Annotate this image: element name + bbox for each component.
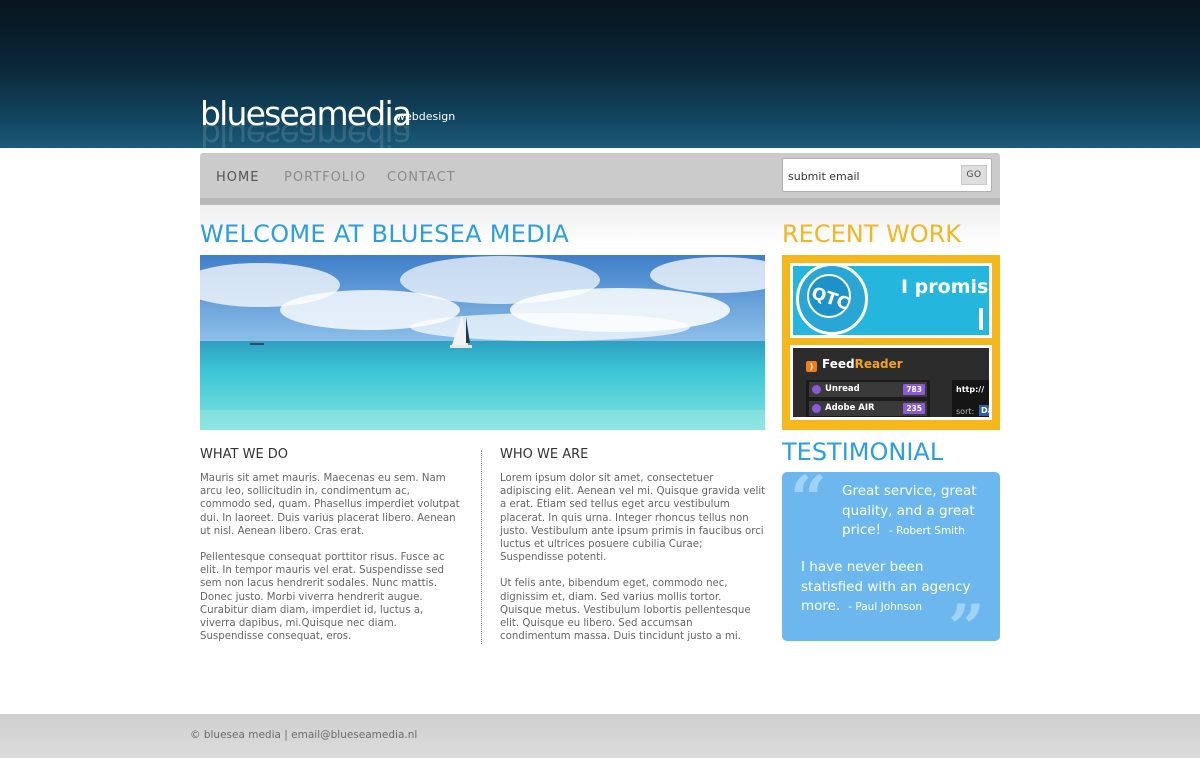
who-we-are-paragraph: Ut felis ante, bibendum eget, commodo ne… bbox=[500, 578, 751, 643]
portfolio-thumb-qtc[interactable]: QTC I promise bbox=[790, 263, 992, 338]
gear-icon bbox=[812, 404, 821, 413]
qtc-headline: I promise bbox=[901, 276, 989, 298]
recent-work-title: RECENT WORK bbox=[782, 220, 962, 248]
site-header bbox=[0, 0, 1200, 148]
what-we-do-title: WHAT WE DO bbox=[200, 447, 289, 462]
feedreader-title: ) FeedReader bbox=[806, 357, 903, 372]
nav-portfolio[interactable]: PORTFOLIO bbox=[284, 170, 366, 185]
portfolio-thumb-feedreader[interactable]: ) FeedReader Unread 783 Adobe AIR 235 htt… bbox=[790, 345, 992, 420]
qtc-preview: QTC I promise bbox=[793, 266, 989, 335]
testimonial-quote: Great service, great quality, and a grea… bbox=[842, 482, 994, 542]
rss-icon: ) bbox=[806, 361, 817, 372]
nav-home[interactable]: HOME bbox=[216, 170, 259, 185]
feedreader-row-count: 783 bbox=[903, 384, 925, 395]
feedreader-row: Unread 783 bbox=[809, 382, 927, 397]
feedreader-sort-label: sort: bbox=[956, 407, 975, 416]
hero-beach-illustration bbox=[200, 255, 765, 430]
feedreader-sort-value: Da bbox=[979, 405, 989, 416]
who-we-are-title: WHO WE ARE bbox=[500, 447, 589, 462]
feedreader-row-label: Adobe AIR bbox=[825, 403, 875, 413]
welcome-title: WELCOME AT BLUESEA MEDIA bbox=[200, 220, 570, 248]
go-button[interactable]: GO bbox=[961, 165, 987, 185]
feedreader-preview: ) FeedReader Unread 783 Adobe AIR 235 htt… bbox=[793, 348, 989, 417]
column-divider bbox=[481, 450, 482, 644]
what-we-do-paragraph: Mauris sit amet mauris. Maecenas eu sem.… bbox=[200, 473, 460, 537]
who-we-are-paragraph: Lorem ipsum dolor sit amet, consectetuer… bbox=[500, 473, 766, 564]
hero-image bbox=[200, 255, 765, 430]
feedreader-side-panel: http:// sort: Da bbox=[952, 380, 989, 417]
nav-contact[interactable]: CONTACT bbox=[387, 170, 456, 185]
feedreader-row-label: Unread bbox=[825, 384, 860, 394]
footer-text: © bluesea media | email@blueseamedia.nl bbox=[190, 729, 418, 741]
what-we-do-paragraph: Pellentesque consequat porttitor risus. … bbox=[200, 552, 445, 643]
quote-author: - Robert Smith bbox=[889, 525, 965, 537]
site-footer bbox=[0, 714, 1200, 758]
feedreader-title-a: Feed bbox=[822, 357, 855, 371]
who-we-are-text: Lorem ipsum dolor sit amet, consectetuer… bbox=[500, 472, 766, 656]
qtc-cursor-bar bbox=[979, 308, 983, 330]
quote-open-icon: “ bbox=[790, 462, 827, 537]
nav-bar-divider bbox=[200, 198, 1000, 205]
gear-icon bbox=[812, 385, 821, 394]
what-we-do-text: Mauris sit amet mauris. Maecenas eu sem.… bbox=[200, 472, 462, 656]
feedreader-row-count: 235 bbox=[903, 403, 925, 414]
feedreader-row: Adobe AIR 235 bbox=[809, 401, 927, 416]
email-input[interactable] bbox=[786, 164, 958, 188]
feedreader-url: http:// bbox=[956, 385, 985, 394]
testimonial-quote: I have never been statisfied with an age… bbox=[801, 558, 986, 618]
logo-reflection: blueseamedia bbox=[200, 122, 411, 148]
recent-work-panel: QTC I promise ) FeedReader Unread 783 Ado… bbox=[782, 255, 1000, 430]
logo-tagline: webdesign bbox=[396, 110, 456, 123]
quote-author: - Paul Johnson bbox=[848, 601, 922, 613]
feedreader-title-b: Reader bbox=[854, 357, 903, 371]
